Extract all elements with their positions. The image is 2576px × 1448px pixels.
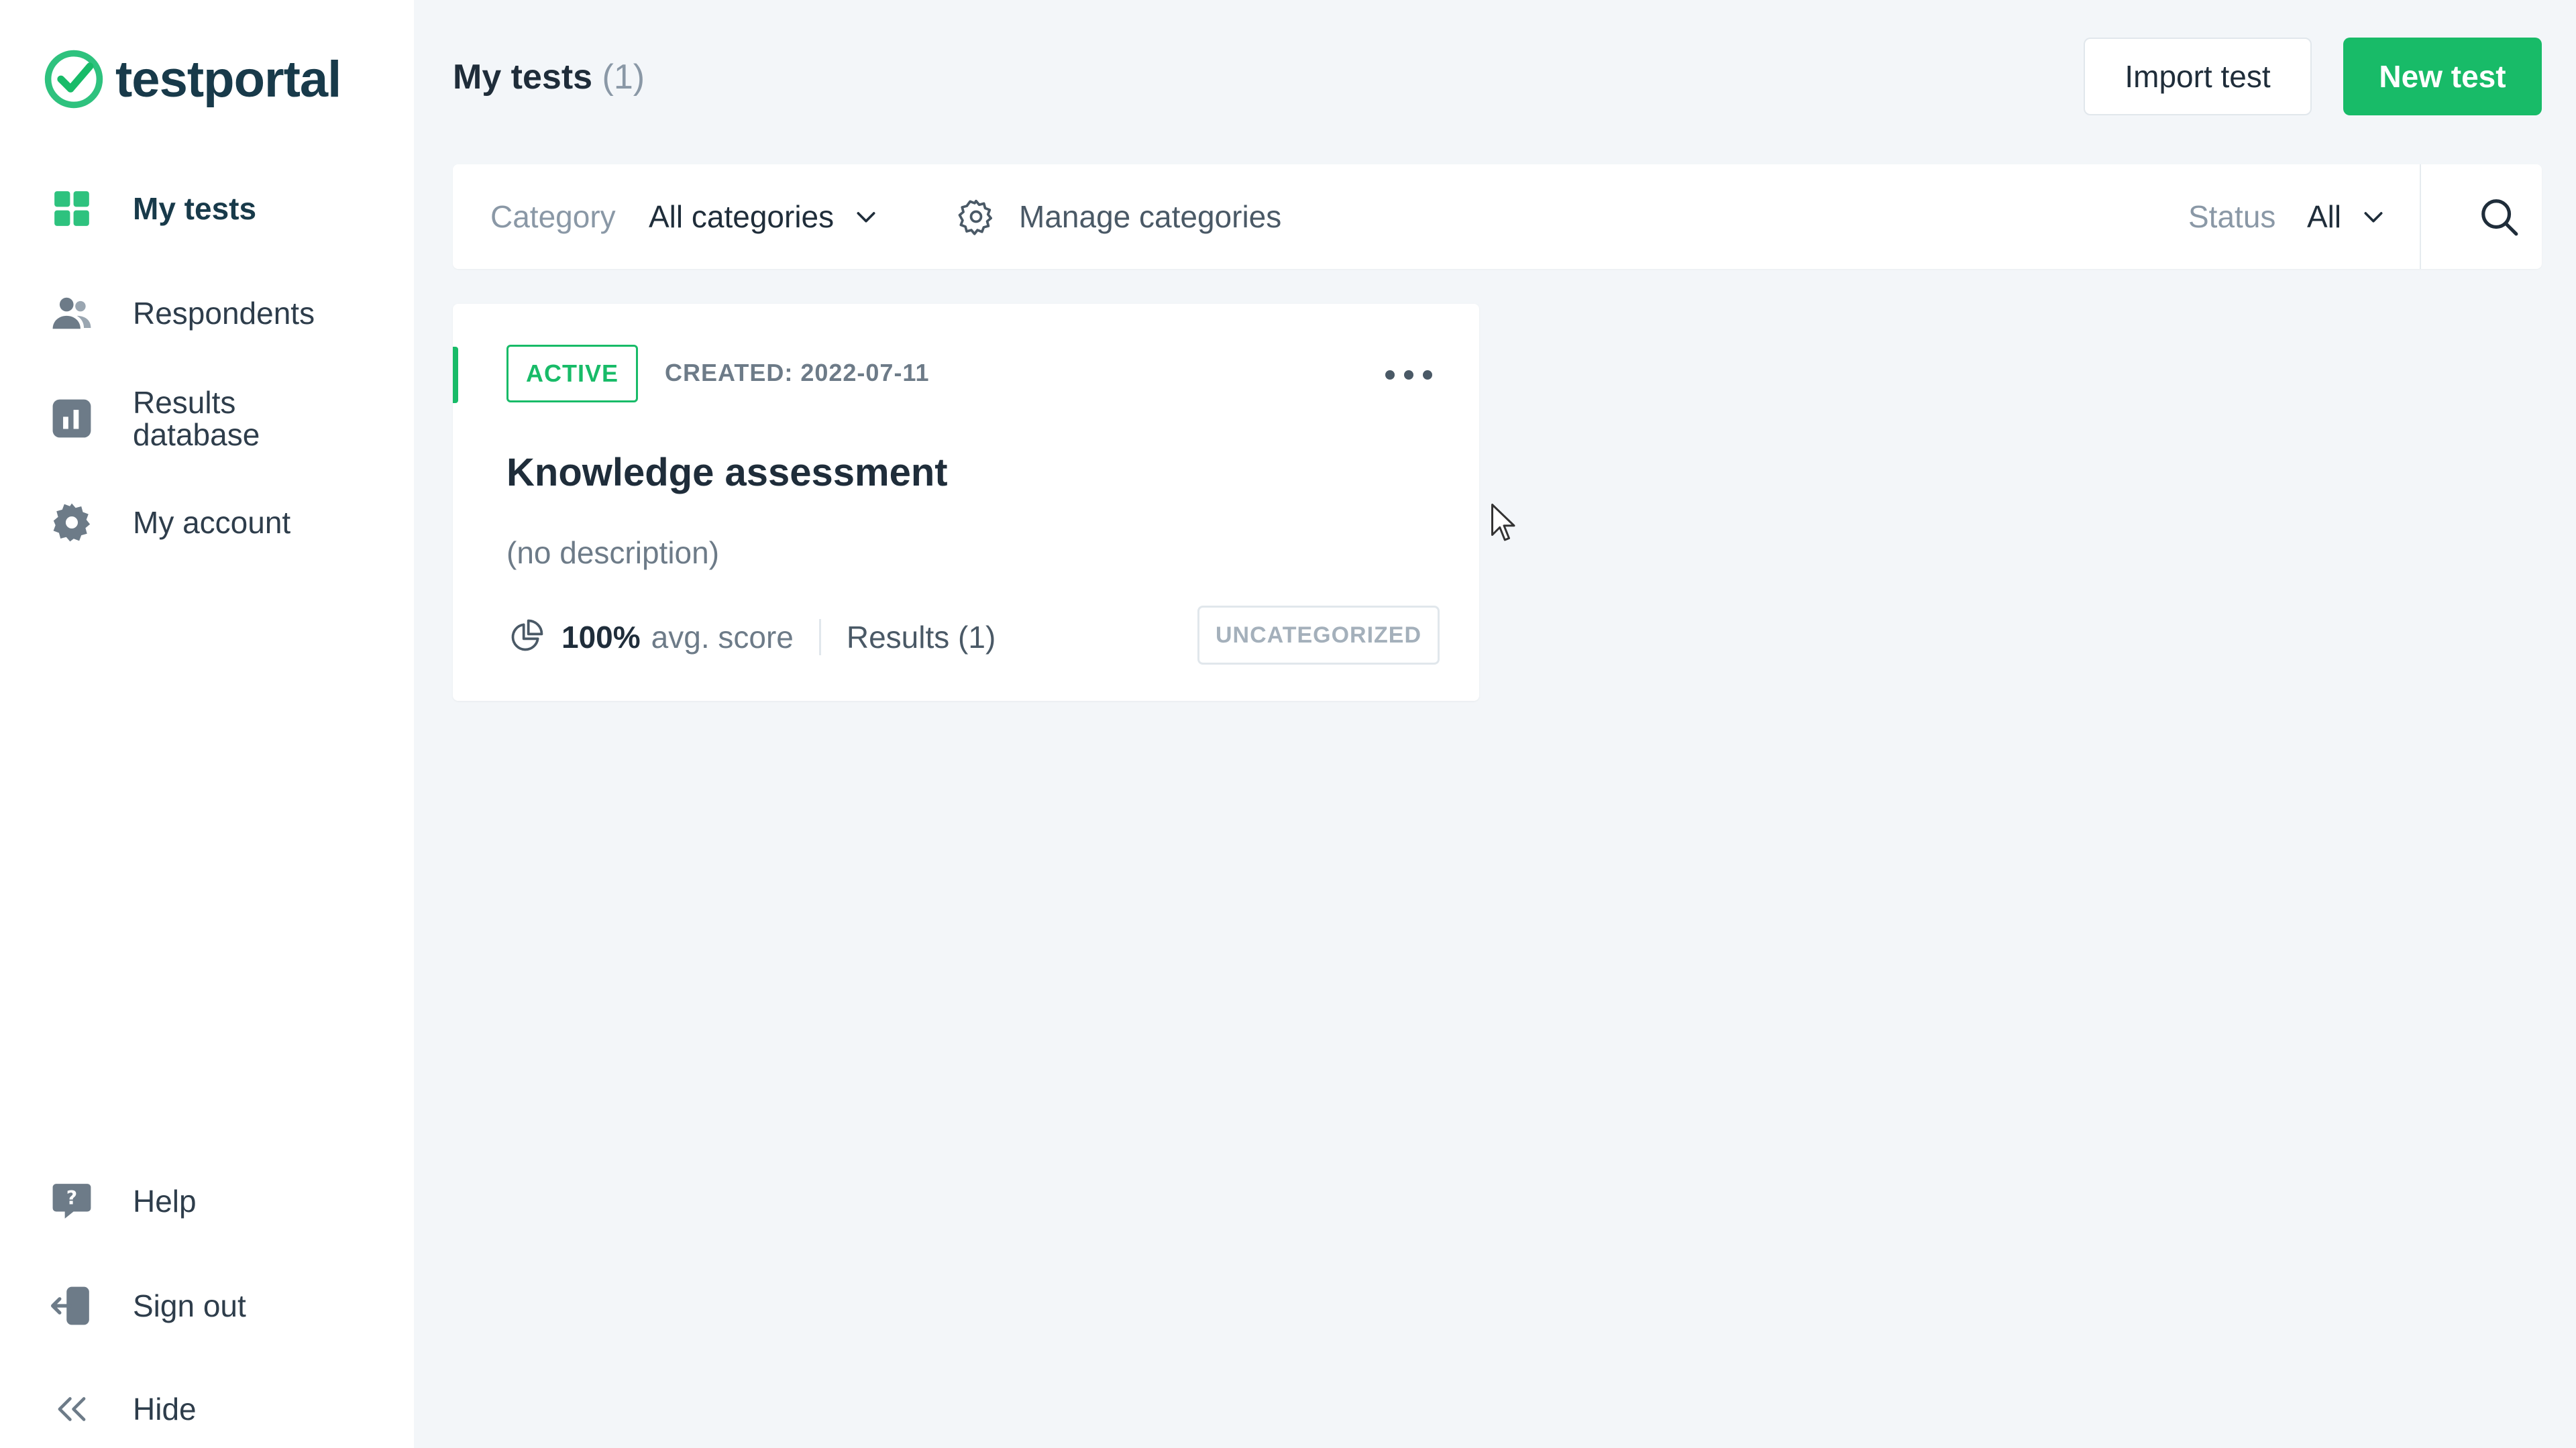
status-accent-bar xyxy=(453,347,458,403)
status-value: All xyxy=(2307,199,2342,234)
sidebar-item-hide[interactable]: Hide xyxy=(51,1388,197,1430)
category-label: Category xyxy=(490,199,616,234)
dot xyxy=(1423,370,1432,380)
chevron-down-icon xyxy=(2364,212,2383,223)
test-count: (1) xyxy=(602,58,645,97)
sidebar-item-label: Respondents xyxy=(133,296,315,331)
filter-divider xyxy=(2420,164,2421,269)
category-badge: UNCATEGORIZED xyxy=(1197,606,1440,665)
sidebar-item-label: My account xyxy=(133,505,291,540)
category-dropdown[interactable]: All categories xyxy=(649,164,879,269)
import-test-button[interactable]: Import test xyxy=(2084,38,2312,115)
test-stats: 100% avg. score Results (1) xyxy=(506,614,996,661)
logo-text: testportal xyxy=(115,50,341,108)
gear-icon xyxy=(51,502,93,543)
double-chevron-left-icon xyxy=(51,1388,93,1430)
svg-text:?: ? xyxy=(66,1187,77,1209)
chevron-down-icon xyxy=(857,212,875,223)
test-card[interactable]: ACTIVE CREATED: 2022-07-11 Knowledge ass… xyxy=(453,304,1479,701)
sidebar: testportal My tests Respondents Results … xyxy=(0,0,414,1448)
sidebar-item-respondents[interactable]: Respondents xyxy=(51,292,315,334)
pie-chart-icon xyxy=(511,619,543,651)
dot xyxy=(1404,370,1413,380)
mouse-cursor-icon xyxy=(1491,504,1515,541)
status-label: Status xyxy=(2188,199,2276,234)
new-test-button[interactable]: New test xyxy=(2343,38,2542,115)
sidebar-item-label: Help xyxy=(133,1184,197,1219)
grid-icon xyxy=(51,188,93,229)
status-badge: ACTIVE xyxy=(506,345,639,402)
avg-score-label: avg. score xyxy=(651,620,794,655)
test-title[interactable]: Knowledge assessment xyxy=(506,450,948,495)
sign-out-icon xyxy=(51,1285,93,1327)
more-options-button[interactable] xyxy=(1385,361,1432,388)
sidebar-item-label: My tests xyxy=(133,191,257,226)
page-title: My tests (1) xyxy=(453,57,645,97)
testportal-logo-icon xyxy=(44,50,103,109)
results-link[interactable]: Results (1) xyxy=(847,619,996,655)
users-icon xyxy=(51,292,93,334)
dot xyxy=(1385,370,1395,380)
gear-outline-icon xyxy=(958,199,993,235)
page-title-text: My tests xyxy=(453,58,593,97)
sidebar-item-help[interactable]: ? Help xyxy=(51,1180,197,1222)
category-value: All categories xyxy=(649,199,835,234)
sidebar-item-label: Hide xyxy=(133,1392,197,1427)
sidebar-item-my-tests[interactable]: My tests xyxy=(51,188,256,229)
help-bubble-icon: ? xyxy=(51,1180,93,1222)
manage-categories-label: Manage categories xyxy=(1019,199,1282,234)
status-dropdown[interactable]: All xyxy=(2307,164,2387,269)
test-description: (no description) xyxy=(506,535,720,570)
sidebar-item-label: Results database xyxy=(133,385,260,452)
search-button[interactable] xyxy=(2459,164,2539,269)
created-date: CREATED: 2022-07-11 xyxy=(665,359,930,386)
sidebar-item-my-account[interactable]: My account xyxy=(51,502,290,543)
search-icon xyxy=(2481,199,2518,236)
stats-divider xyxy=(818,619,821,655)
logo[interactable]: testportal xyxy=(42,46,341,113)
sidebar-item-label: Sign out xyxy=(133,1288,246,1323)
manage-categories-button[interactable]: Manage categories xyxy=(957,164,1281,269)
sidebar-item-sign-out[interactable]: Sign out xyxy=(51,1285,246,1327)
avg-score-value: 100% xyxy=(561,620,641,655)
bar-chart-icon xyxy=(51,398,93,439)
filter-bar: Category All categories Manage categorie… xyxy=(453,164,2542,269)
sidebar-item-results-database[interactable]: Results database xyxy=(51,386,294,451)
